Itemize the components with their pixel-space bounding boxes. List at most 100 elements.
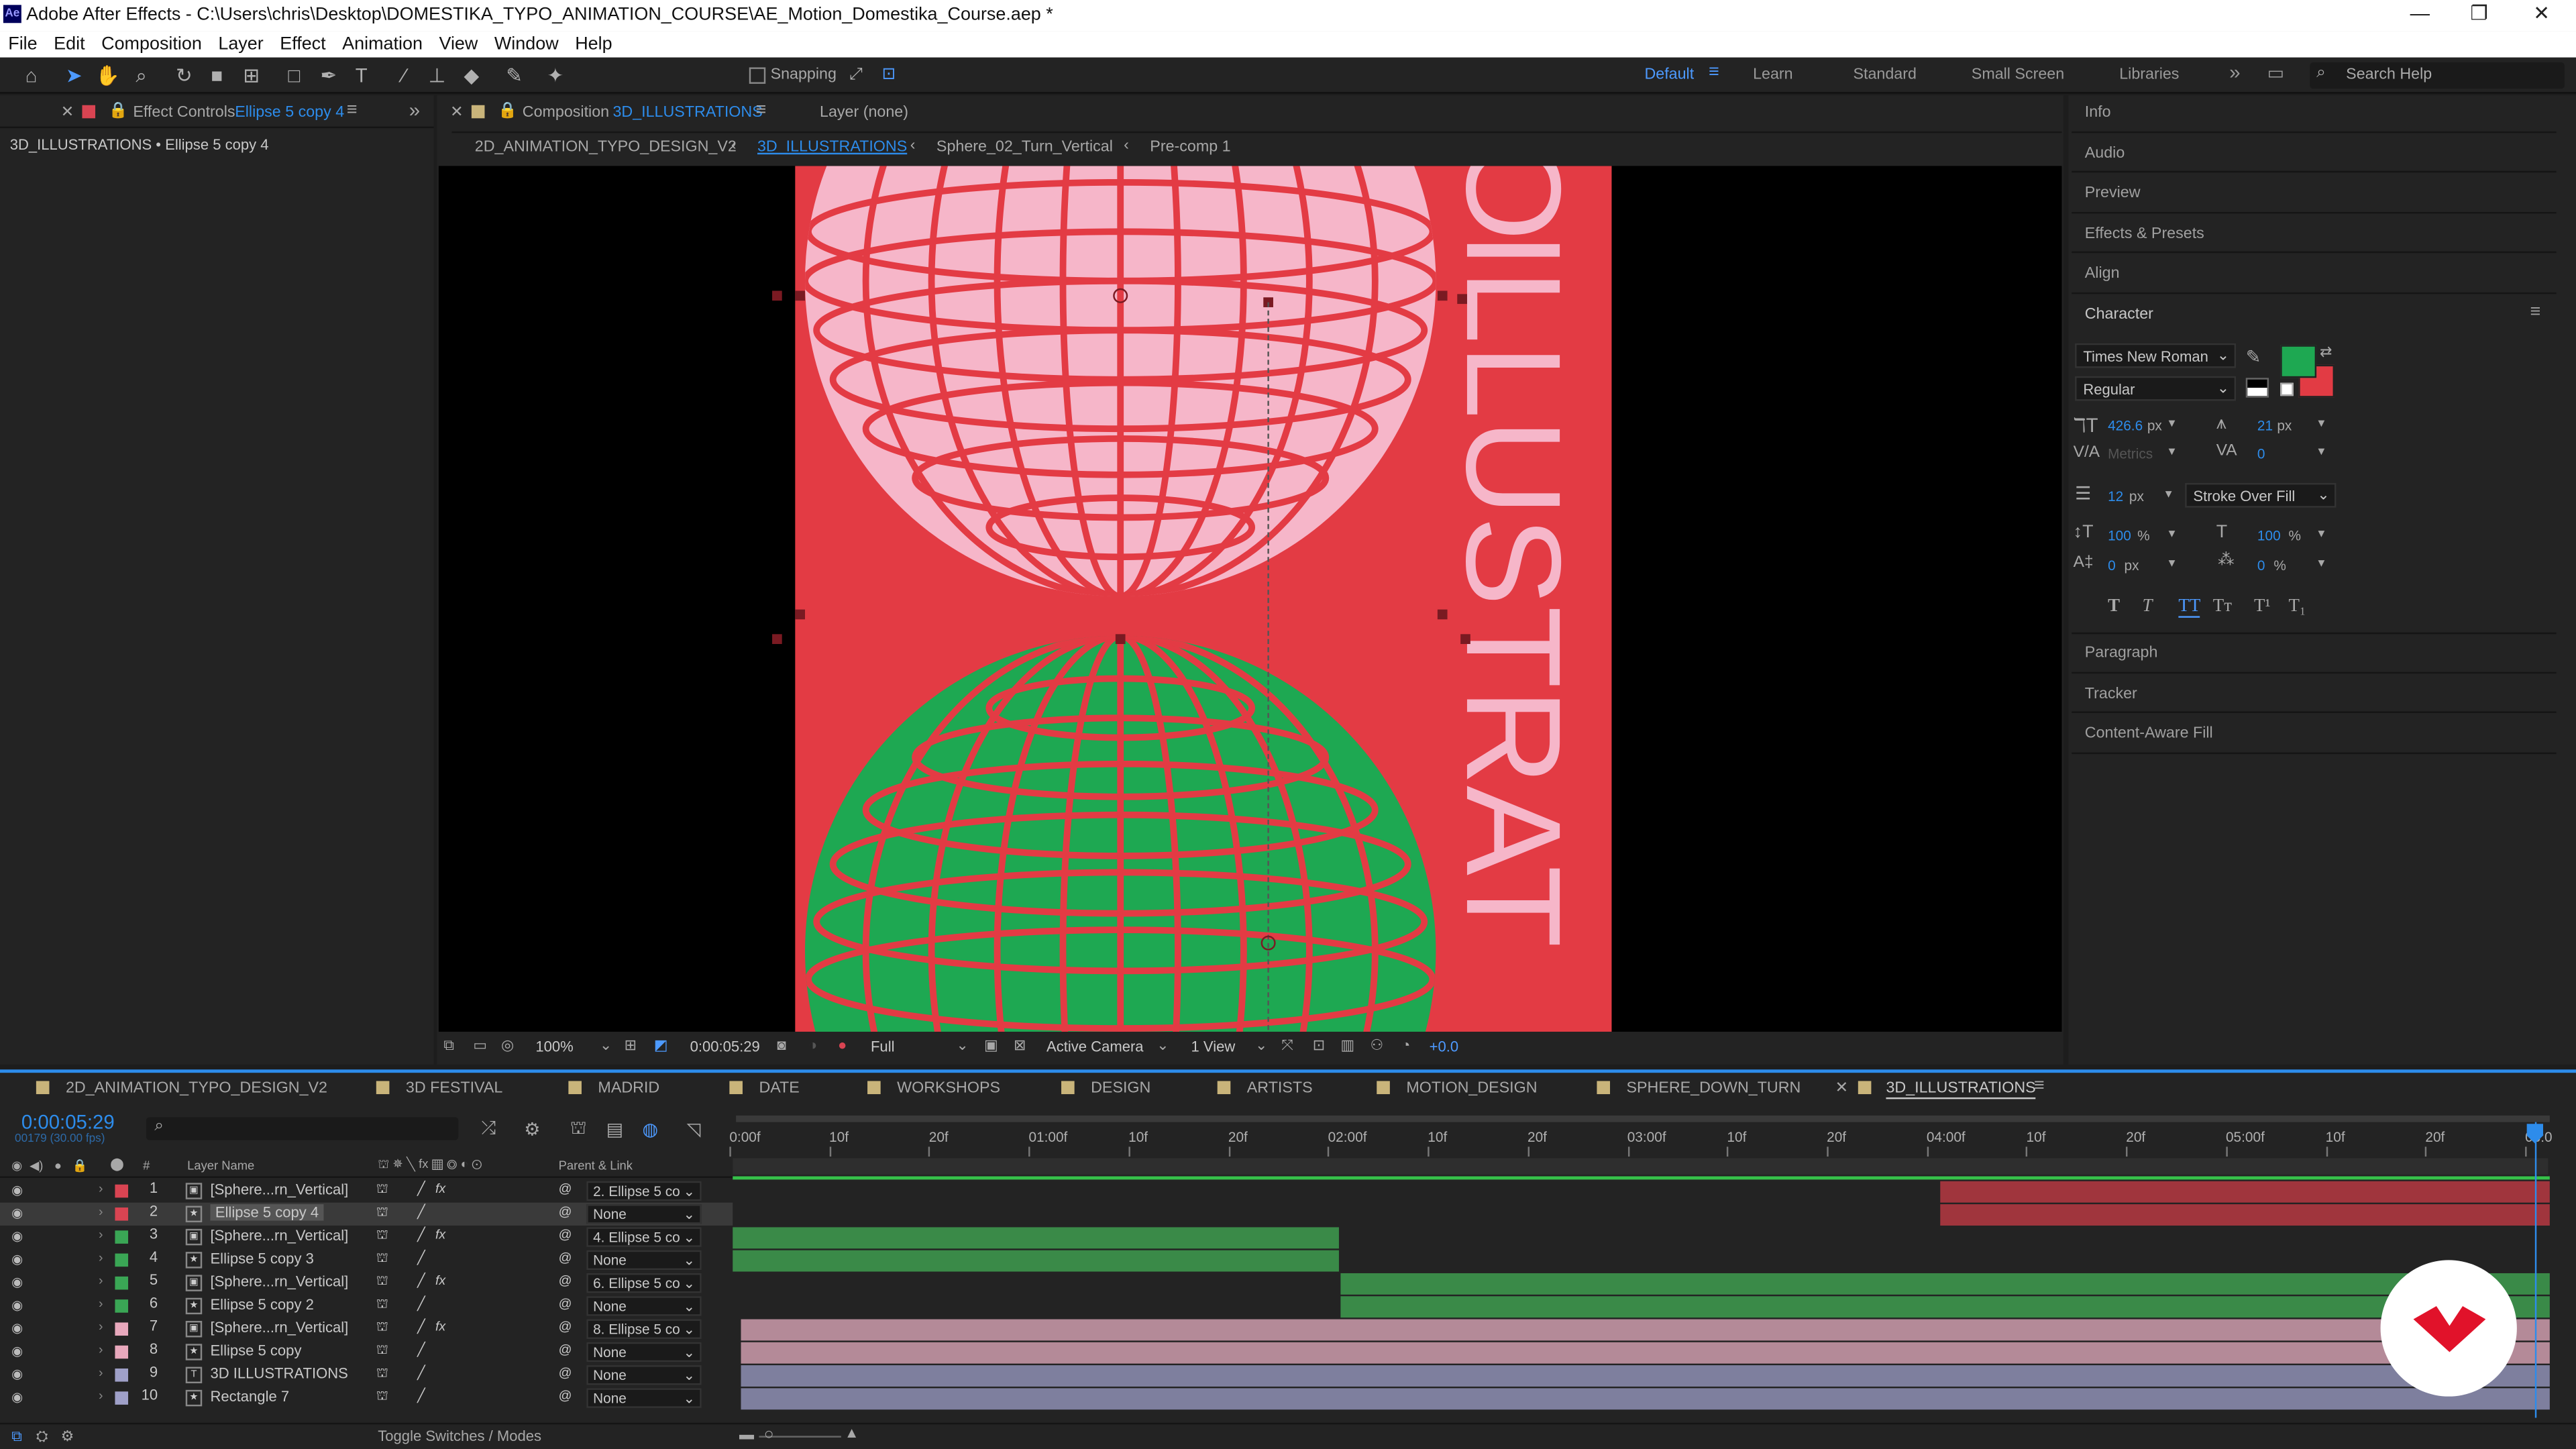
- close-timeline-tab-icon[interactable]: ✕: [1835, 1079, 1849, 1097]
- label-color-swatch[interactable]: [115, 1208, 129, 1221]
- visibility-eye-icon[interactable]: ◉: [11, 1367, 23, 1382]
- draft-3d-icon[interactable]: ⚙: [524, 1119, 540, 1140]
- pickwhip-icon[interactable]: @: [559, 1388, 572, 1403]
- small-caps-button[interactable]: Tт: [2213, 596, 2232, 616]
- menu-animation[interactable]: Animation: [342, 32, 423, 58]
- layer-row[interactable]: ◉ › 1 ▣ [Sphere...rn_Vertical] ⛫ ╱ fx @ …: [0, 1179, 733, 1202]
- pickwhip-icon[interactable]: @: [559, 1204, 572, 1219]
- timeline-timecode[interactable]: 0:00:05:29: [21, 1111, 115, 1134]
- shy-switch-icon[interactable]: ⛫: [376, 1181, 388, 1197]
- close-button[interactable]: ✕: [2517, 1, 2566, 24]
- font-style-select[interactable]: Regular ⌄: [2075, 376, 2237, 401]
- menu-effect[interactable]: Effect: [280, 32, 325, 58]
- type-tool-icon[interactable]: T: [350, 64, 373, 87]
- layer-name[interactable]: Ellipse 5 copy 3: [210, 1250, 313, 1267]
- shy-switch-icon[interactable]: ⛫: [376, 1296, 388, 1312]
- lock-icon[interactable]: 🔒: [109, 102, 128, 120]
- stroke-width-value[interactable]: 12: [2108, 488, 2123, 504]
- workspace-standard[interactable]: Standard: [1853, 66, 1916, 84]
- label-color-swatch[interactable]: [115, 1391, 129, 1405]
- shy-switch-icon[interactable]: ⛫: [376, 1320, 388, 1336]
- masks-icon[interactable]: ◎: [501, 1036, 514, 1055]
- work-area-bar[interactable]: [736, 1115, 2550, 1122]
- composition-viewer[interactable]: ILLUSTRAT O: [438, 166, 2062, 1032]
- chevron-down-icon[interactable]: ▾: [2169, 555, 2176, 570]
- layer-bar-2[interactable]: [1940, 1204, 2550, 1226]
- playhead[interactable]: [2534, 1122, 2537, 1418]
- close-tab-icon[interactable]: ✕: [61, 103, 74, 121]
- layer-switches-toggle-icon[interactable]: ⧉: [11, 1428, 22, 1446]
- effects-presets-panel-header[interactable]: Effects & Presets: [2085, 225, 2204, 244]
- hand-tool-icon[interactable]: ✋: [95, 64, 120, 87]
- workspace-libraries[interactable]: Libraries: [2119, 66, 2179, 84]
- chevron-down-icon[interactable]: ▾: [2318, 443, 2325, 458]
- layer-bar-9[interactable]: [741, 1365, 2550, 1387]
- fit-icon[interactable]: ⊞: [625, 1036, 637, 1055]
- rectangle-tool-icon[interactable]: □: [282, 64, 305, 87]
- label-color-swatch[interactable]: [115, 1253, 129, 1267]
- chevron-down-icon[interactable]: ▾: [2165, 486, 2172, 501]
- layer-row[interactable]: ◉ › 4 ★ Ellipse 5 copy 3 ⛫ ╱ @ None ⌄: [0, 1248, 733, 1271]
- pickwhip-icon[interactable]: @: [559, 1342, 572, 1357]
- info-panel-header[interactable]: Info: [2085, 103, 2111, 121]
- shy-switch-icon[interactable]: ⛫: [376, 1342, 388, 1358]
- leading-value[interactable]: 21: [2257, 417, 2273, 433]
- layer-name-header[interactable]: Layer Name: [187, 1159, 254, 1173]
- quality-switch-icon[interactable]: ╱: [417, 1250, 425, 1265]
- timeline-menu-icon[interactable]: ≡: [2034, 1076, 2045, 1095]
- tab-3d-festival[interactable]: 3D FESTIVAL: [406, 1079, 502, 1097]
- layer-bar-6[interactable]: [1340, 1296, 2550, 1318]
- flow-item-precomp[interactable]: Pre-comp 1: [1150, 138, 1230, 156]
- faux-bold-button[interactable]: T: [2108, 596, 2120, 616]
- layer-name[interactable]: Rectangle 7: [210, 1388, 289, 1404]
- layer-name[interactable]: 3D ILLUSTRATIONS: [210, 1365, 347, 1381]
- brush-tool-icon[interactable]: ∕: [392, 64, 415, 87]
- shy-switch-icon[interactable]: ⛫: [376, 1227, 388, 1243]
- align-panel-header[interactable]: Align: [2085, 264, 2120, 282]
- region-icon[interactable]: ◩: [654, 1036, 668, 1055]
- layer-name[interactable]: Ellipse 5 copy 4: [210, 1204, 324, 1221]
- transfer-controls-icon[interactable]: ⛭: [36, 1428, 48, 1446]
- eyedropper-icon[interactable]: ✎: [2246, 347, 2261, 368]
- layer-search-input[interactable]: ⌕: [146, 1117, 459, 1140]
- workspace-layout-icon[interactable]: ▭: [2267, 62, 2284, 84]
- region-of-interest-icon[interactable]: ▣: [984, 1036, 998, 1055]
- subscript-button[interactable]: T₁: [2288, 596, 2306, 616]
- effect-controls-tab[interactable]: Effect Controls: [133, 103, 235, 121]
- parent-select[interactable]: None ⌄: [586, 1388, 702, 1408]
- zoom-slider-handle[interactable]: ○: [764, 1426, 774, 1444]
- fx-switch-icon[interactable]: fx: [435, 1181, 445, 1196]
- panel-menu-icon[interactable]: ≡: [347, 100, 358, 119]
- in-out-icon[interactable]: ⚙: [61, 1428, 74, 1446]
- pan-behind-tool-icon[interactable]: ⊞: [240, 64, 263, 87]
- layer-bar-8[interactable]: [741, 1342, 2550, 1364]
- tab-motion-design[interactable]: MOTION_DESIGN: [1406, 1079, 1537, 1097]
- parent-select[interactable]: None ⌄: [586, 1365, 702, 1385]
- layer-name[interactable]: Ellipse 5 copy 2: [210, 1296, 313, 1312]
- vertical-scale-value[interactable]: 100: [2108, 527, 2131, 543]
- quality-switch-icon[interactable]: ╱: [417, 1388, 425, 1403]
- exposure-value[interactable]: +0.0: [1430, 1038, 1459, 1055]
- tab-artists[interactable]: ARTISTS: [1247, 1079, 1313, 1097]
- fill-color-swatch[interactable]: [2280, 345, 2317, 378]
- chevron-down-icon[interactable]: ⌄: [956, 1036, 968, 1055]
- parent-select[interactable]: None ⌄: [586, 1296, 702, 1316]
- shy-switch-icon[interactable]: ⛫: [376, 1388, 388, 1404]
- layer-name[interactable]: [Sphere...rn_Vertical]: [210, 1181, 348, 1197]
- chevron-down-icon[interactable]: ▾: [2318, 526, 2325, 541]
- parent-select[interactable]: 6. Ellipse 5 co ⌄: [586, 1273, 702, 1293]
- expand-chevron-icon[interactable]: ›: [99, 1320, 103, 1334]
- label-color-swatch[interactable]: [115, 1299, 129, 1313]
- zoom-tool-icon[interactable]: ⌕: [129, 64, 152, 87]
- chevron-down-icon[interactable]: ⌄: [600, 1036, 612, 1055]
- chevron-down-icon[interactable]: ▾: [2169, 443, 2176, 458]
- visibility-eye-icon[interactable]: ◉: [11, 1206, 23, 1221]
- layer-bar-7[interactable]: [741, 1319, 2550, 1341]
- home-icon[interactable]: ⌂: [19, 64, 42, 87]
- work-area-range[interactable]: [733, 1158, 2548, 1175]
- snap-edges-icon[interactable]: ⤢: [845, 64, 867, 87]
- layer-bar-4[interactable]: [733, 1250, 1339, 1272]
- font-family-select[interactable]: Times New Roman ⌄: [2075, 343, 2237, 368]
- layer-row[interactable]: ◉ › 3 ▣ [Sphere...rn_Vertical] ⛫ ╱ fx @ …: [0, 1226, 733, 1248]
- always-preview-icon[interactable]: ⧉: [443, 1036, 454, 1055]
